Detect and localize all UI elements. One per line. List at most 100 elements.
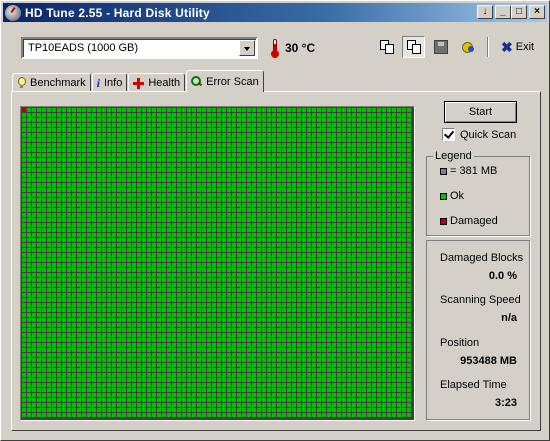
ok-block (32, 388, 36, 392)
ok-block (172, 163, 176, 167)
ok-block (212, 313, 216, 317)
copy-text-button[interactable] (375, 36, 398, 58)
ok-block (27, 108, 31, 112)
ok-block (257, 373, 261, 377)
ok-block (227, 253, 231, 257)
ok-block (392, 338, 396, 342)
ok-block (307, 343, 311, 347)
ok-block (177, 153, 181, 157)
ok-block (222, 288, 226, 292)
ok-block (112, 268, 116, 272)
tab-error-scan[interactable]: Error Scan (186, 70, 264, 92)
close-button[interactable]: × (529, 5, 545, 19)
ok-block (52, 168, 56, 172)
minimize-button[interactable]: _ (495, 5, 511, 19)
ok-block (97, 163, 101, 167)
ok-block (237, 143, 241, 147)
ok-block (72, 183, 76, 187)
ok-block (257, 263, 261, 267)
ok-block (207, 383, 211, 387)
ok-block (307, 373, 311, 377)
ok-block (262, 213, 266, 217)
ok-block (42, 378, 46, 382)
ok-block (202, 283, 206, 287)
ok-block (52, 193, 56, 197)
ok-block (67, 168, 71, 172)
ok-block (212, 358, 216, 362)
ok-block (192, 378, 196, 382)
ok-block (102, 223, 106, 227)
ok-block (302, 308, 306, 312)
tab-info[interactable]: i Info (91, 73, 128, 92)
ok-block (162, 223, 166, 227)
ok-block (212, 408, 216, 412)
ok-block (372, 153, 376, 157)
ok-block (22, 273, 26, 277)
ok-block (287, 238, 291, 242)
ok-block (127, 178, 131, 182)
ok-block (157, 408, 161, 412)
ok-block (382, 388, 386, 392)
ok-block (27, 398, 31, 402)
ok-block (307, 123, 311, 127)
title-bar[interactable]: HD Tune 2.55 - Hard Disk Utility ↓ _ □ × (3, 3, 547, 22)
ok-block (247, 203, 251, 207)
ok-block (112, 388, 116, 392)
ok-block (27, 248, 31, 252)
exit-button[interactable]: ✖ Exit (497, 36, 538, 58)
drive-select[interactable]: TP10EADS (1000 GB) (21, 37, 258, 59)
hdtune-app-icon[interactable] (5, 4, 21, 21)
ok-block (322, 338, 326, 342)
ok-block (267, 243, 271, 247)
damaged-blocks-label: Damaged Blocks (440, 252, 524, 264)
ok-block (402, 163, 406, 167)
dropdown-arrow-icon[interactable] (239, 40, 255, 56)
ok-block (392, 363, 396, 367)
ok-block (182, 268, 186, 272)
start-button[interactable]: Start (444, 101, 517, 123)
ok-block (407, 243, 411, 247)
rollup-button[interactable]: ↓ (477, 5, 493, 19)
tab-health[interactable]: Health (128, 73, 186, 92)
ok-block (322, 268, 326, 272)
ok-block (292, 333, 296, 337)
tab-benchmark[interactable]: Benchmark (12, 73, 91, 92)
ok-block (227, 278, 231, 282)
ok-block (402, 328, 406, 332)
ok-block (357, 388, 361, 392)
maximize-button[interactable]: □ (511, 5, 527, 19)
ok-block (92, 158, 96, 162)
ok-block (397, 303, 401, 307)
ok-block (362, 128, 366, 132)
ok-block (342, 163, 346, 167)
ok-block (232, 333, 236, 337)
ok-block (262, 363, 266, 367)
ok-block (197, 323, 201, 327)
ok-block (182, 133, 186, 137)
ok-block (197, 148, 201, 152)
ok-block (157, 313, 161, 317)
ok-block (42, 143, 46, 147)
ok-block (247, 158, 251, 162)
ok-block (182, 328, 186, 332)
ok-block (67, 148, 71, 152)
copy-screenshot-button[interactable] (402, 36, 425, 58)
ok-block (22, 343, 26, 347)
ok-block (287, 133, 291, 137)
ok-block (332, 233, 336, 237)
ok-block (367, 253, 371, 257)
ok-block (107, 238, 111, 242)
ok-block (262, 143, 266, 147)
ok-block (267, 318, 271, 322)
ok-block (127, 148, 131, 152)
ok-block (27, 268, 31, 272)
quick-scan-option[interactable]: Quick Scan (442, 128, 516, 141)
ok-block (87, 408, 91, 412)
options-button[interactable] (456, 36, 479, 58)
ok-block (217, 208, 221, 212)
ok-block (52, 363, 56, 367)
save-button[interactable] (429, 36, 452, 58)
ok-block (127, 368, 131, 372)
ok-block (332, 293, 336, 297)
quick-scan-checkbox[interactable] (442, 128, 455, 141)
